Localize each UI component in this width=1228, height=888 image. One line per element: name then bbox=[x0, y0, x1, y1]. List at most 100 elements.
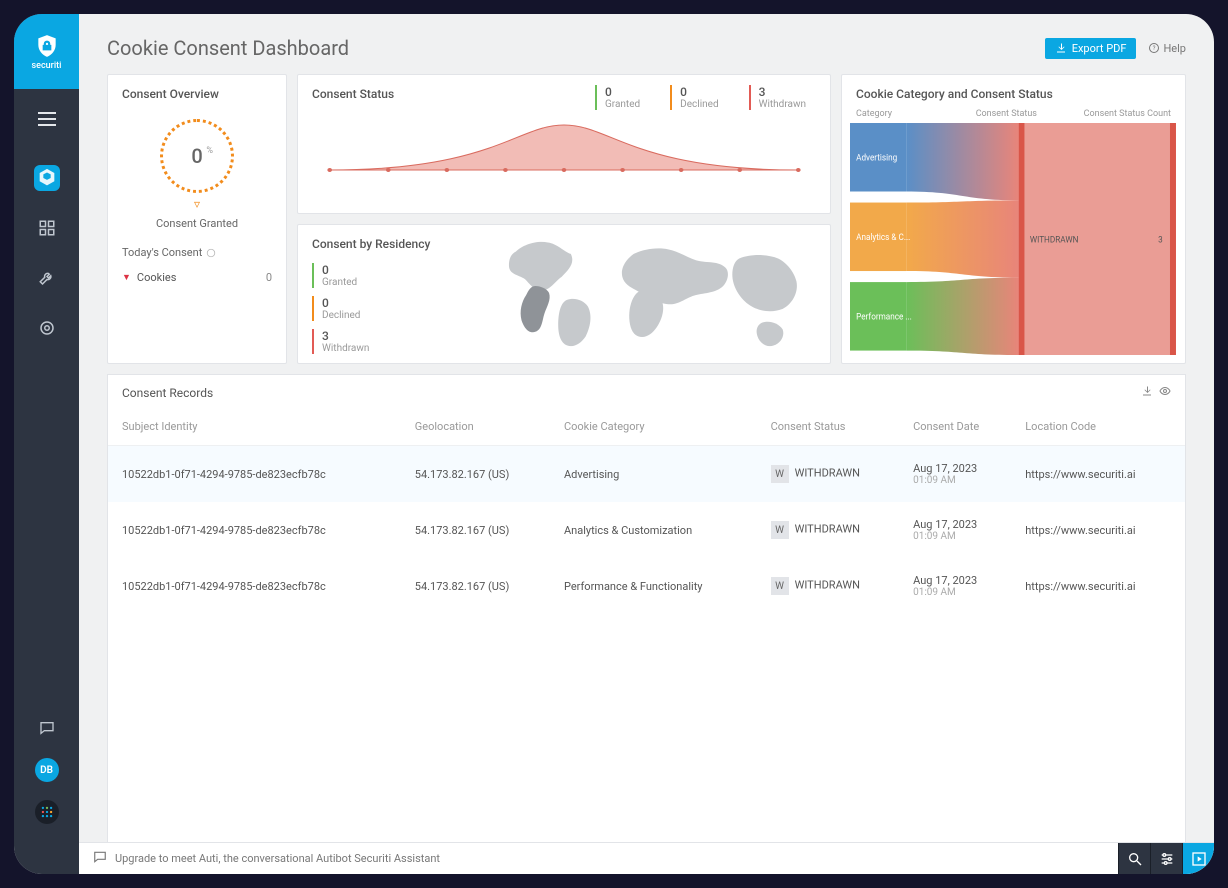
cell-date: Aug 17, 202301:09 AM bbox=[903, 502, 1015, 558]
res-declined-value: 0 bbox=[322, 296, 484, 310]
consent-records-card: Consent Records Subject Identity Geoloca… bbox=[107, 374, 1186, 864]
refresh-button[interactable] bbox=[1159, 385, 1171, 400]
consent-overview-card: Consent Overview 0 % ▿ Consent Granted T… bbox=[107, 74, 287, 364]
header: Cookie Consent Dashboard Export PDF ? He… bbox=[79, 14, 1214, 74]
col-location[interactable]: Location Code bbox=[1015, 408, 1185, 446]
table-row[interactable]: 10522db1-0f71-4294-9785-de823ecfb78c54.1… bbox=[108, 502, 1185, 558]
res-withdrawn-value: 3 bbox=[322, 329, 484, 343]
svg-text:?: ? bbox=[1153, 45, 1156, 52]
cell-category: Performance & Functionality bbox=[554, 558, 761, 614]
table-row[interactable]: 10522db1-0f71-4294-9785-de823ecfb78c54.1… bbox=[108, 558, 1185, 614]
download-icon bbox=[1055, 42, 1067, 54]
cell-location: https://www.securiti.ai bbox=[1015, 446, 1185, 503]
sankey-cat-performance: Performance ... bbox=[856, 312, 912, 322]
residency-title: Consent by Residency bbox=[298, 225, 498, 259]
nav-item-home[interactable] bbox=[34, 165, 60, 191]
cell-status: WWITHDRAWN bbox=[761, 446, 904, 503]
res-granted-label: Granted bbox=[322, 277, 484, 288]
sankey-col-category: Category bbox=[856, 109, 976, 119]
eye-icon bbox=[1159, 385, 1171, 397]
stat-granted: 0 Granted bbox=[595, 85, 640, 110]
search-button[interactable] bbox=[1118, 843, 1150, 875]
stat-declined: 0 Declined bbox=[670, 85, 718, 110]
status-badge: W bbox=[771, 577, 789, 595]
bottom-bar-text: Upgrade to meet Auti, the conversational… bbox=[115, 852, 440, 865]
consent-donut: 0 % bbox=[160, 119, 234, 193]
search-icon bbox=[1127, 851, 1143, 867]
col-status[interactable]: Consent Status bbox=[761, 408, 904, 446]
export-pdf-label: Export PDF bbox=[1072, 42, 1127, 55]
chat-bubble-icon bbox=[93, 850, 107, 867]
res-stat-declined: 0 Declined bbox=[312, 296, 484, 321]
cell-subject: 10522db1-0f71-4294-9785-de823ecfb78c bbox=[108, 558, 405, 614]
download-button[interactable] bbox=[1141, 385, 1153, 400]
cell-date: Aug 17, 202301:09 AM bbox=[903, 446, 1015, 503]
cell-geo: 54.173.82.167 (US) bbox=[405, 502, 554, 558]
stat-withdrawn-label: Withdrawn bbox=[759, 99, 806, 110]
gear-icon bbox=[38, 319, 56, 337]
help-link[interactable]: ? Help bbox=[1148, 42, 1186, 55]
sankey-title: Cookie Category and Consent Status bbox=[842, 75, 1185, 109]
todays-consent-title: Today's Consent bbox=[122, 246, 202, 259]
cell-category: Advertising bbox=[554, 446, 761, 503]
status-badge: W bbox=[771, 465, 789, 483]
pin-icon: ▿ bbox=[194, 197, 200, 211]
download-icon bbox=[1141, 385, 1153, 397]
cell-geo: 54.173.82.167 (US) bbox=[405, 446, 554, 503]
sankey-count: 3 bbox=[1158, 235, 1163, 245]
cell-category: Analytics & Customization bbox=[554, 502, 761, 558]
app-launcher[interactable] bbox=[35, 800, 59, 824]
nav-item-dashboard[interactable] bbox=[34, 215, 60, 241]
avatar[interactable]: DB bbox=[35, 758, 59, 782]
filter-button[interactable] bbox=[1150, 843, 1182, 875]
cookies-row[interactable]: ▼ Cookies 0 bbox=[108, 265, 286, 298]
sankey-chart[interactable]: Advertising Analytics & C... Performance… bbox=[842, 123, 1185, 363]
consent-residency-card: Consent by Residency 0 Granted 0 Decline… bbox=[297, 224, 831, 364]
bottom-bar: Upgrade to meet Auti, the conversational… bbox=[79, 842, 1214, 874]
col-category[interactable]: Cookie Category bbox=[554, 408, 761, 446]
status-badge: W bbox=[771, 521, 789, 539]
records-title: Consent Records bbox=[122, 386, 213, 400]
consent-status-title: Consent Status bbox=[298, 75, 595, 109]
res-stat-granted: 0 Granted bbox=[312, 263, 484, 288]
consent-granted-label: Consent Granted bbox=[156, 217, 238, 230]
consent-status-card: Consent Status 0 Granted 0 Declined bbox=[297, 74, 831, 214]
info-icon[interactable] bbox=[206, 248, 216, 258]
sidebar: securiti DB bbox=[14, 14, 79, 874]
stat-granted-label: Granted bbox=[605, 99, 640, 110]
chat-icon[interactable] bbox=[39, 720, 55, 740]
consent-percent-suffix: % bbox=[206, 146, 213, 156]
stat-withdrawn-value: 3 bbox=[759, 85, 806, 99]
wrench-icon bbox=[38, 269, 56, 287]
table-row[interactable]: 10522db1-0f71-4294-9785-de823ecfb78c54.1… bbox=[108, 446, 1185, 503]
brand-logo[interactable]: securiti bbox=[14, 14, 79, 89]
consent-status-chart bbox=[298, 110, 830, 213]
message-icon bbox=[39, 720, 55, 736]
col-date[interactable]: Consent Date bbox=[903, 408, 1015, 446]
cell-location: https://www.securiti.ai bbox=[1015, 502, 1185, 558]
nav-item-config[interactable] bbox=[34, 315, 60, 341]
overview-title: Consent Overview bbox=[108, 75, 286, 109]
res-withdrawn-label: Withdrawn bbox=[322, 343, 484, 354]
res-declined-label: Declined bbox=[322, 310, 484, 321]
cell-date: Aug 17, 202301:09 AM bbox=[903, 558, 1015, 614]
export-pdf-button[interactable]: Export PDF bbox=[1045, 38, 1137, 59]
nav-item-settings[interactable] bbox=[34, 265, 60, 291]
sankey-status-label: WITHDRAWN bbox=[1030, 235, 1079, 245]
stat-granted-value: 0 bbox=[605, 85, 640, 99]
stat-declined-label: Declined bbox=[680, 99, 718, 110]
sankey-cat-analytics: Analytics & C... bbox=[856, 233, 910, 243]
col-subject[interactable]: Subject Identity bbox=[108, 408, 405, 446]
consent-percent-value: 0 bbox=[191, 144, 202, 168]
cell-status: WWITHDRAWN bbox=[761, 558, 904, 614]
sankey-col-count: Consent Status Count bbox=[1064, 109, 1171, 119]
triangle-down-icon: ▼ bbox=[122, 272, 131, 283]
world-map[interactable] bbox=[498, 225, 830, 363]
play-button[interactable] bbox=[1182, 843, 1214, 875]
cell-subject: 10522db1-0f71-4294-9785-de823ecfb78c bbox=[108, 502, 405, 558]
cell-subject: 10522db1-0f71-4294-9785-de823ecfb78c bbox=[108, 446, 405, 503]
sankey-cat-advertising: Advertising bbox=[856, 153, 897, 163]
menu-toggle[interactable] bbox=[35, 107, 59, 131]
sankey-card: Cookie Category and Consent Status Categ… bbox=[841, 74, 1186, 364]
col-geo[interactable]: Geolocation bbox=[405, 408, 554, 446]
